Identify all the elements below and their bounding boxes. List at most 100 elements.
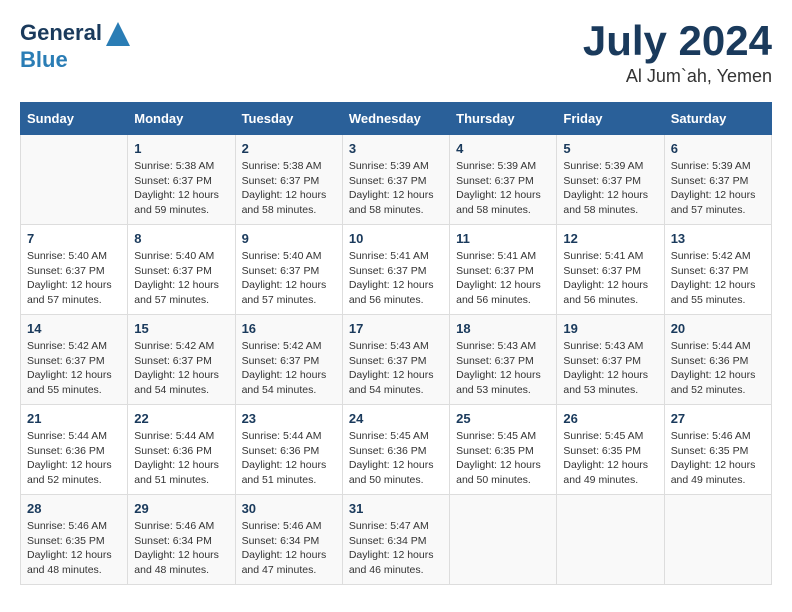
day-number: 5 bbox=[563, 141, 657, 156]
calendar-cell: 27 Sunrise: 5:46 AM Sunset: 6:35 PM Dayli… bbox=[664, 405, 771, 495]
day-number: 15 bbox=[134, 321, 228, 336]
calendar-table: SundayMondayTuesdayWednesdayThursdayFrid… bbox=[20, 102, 772, 585]
day-number: 14 bbox=[27, 321, 121, 336]
day-info: Sunrise: 5:45 AM Sunset: 6:36 PM Dayligh… bbox=[349, 429, 443, 488]
day-number: 31 bbox=[349, 501, 443, 516]
day-info: Sunrise: 5:45 AM Sunset: 6:35 PM Dayligh… bbox=[563, 429, 657, 488]
weekday-header-tuesday: Tuesday bbox=[235, 103, 342, 135]
logo: General Blue bbox=[20, 20, 132, 72]
calendar-cell: 21 Sunrise: 5:44 AM Sunset: 6:36 PM Dayli… bbox=[21, 405, 128, 495]
calendar-cell: 30Sunrise: 5:46 AM Sunset: 6:34 PM Dayli… bbox=[235, 495, 342, 585]
weekday-header-sunday: Sunday bbox=[21, 103, 128, 135]
calendar-cell bbox=[21, 135, 128, 225]
day-info: Sunrise: 5:46 AM Sunset: 6:35 PM Dayligh… bbox=[671, 429, 765, 488]
day-info: Sunrise: 5:39 AM Sunset: 6:37 PM Dayligh… bbox=[563, 159, 657, 218]
calendar-cell: 4Sunrise: 5:39 AM Sunset: 6:37 PM Daylig… bbox=[450, 135, 557, 225]
day-number: 18 bbox=[456, 321, 550, 336]
day-number: 20 bbox=[671, 321, 765, 336]
calendar-cell: 24 Sunrise: 5:45 AM Sunset: 6:36 PM Dayli… bbox=[342, 405, 449, 495]
day-info: Sunrise: 5:43 AM Sunset: 6:37 PM Dayligh… bbox=[563, 339, 657, 398]
day-number: 11 bbox=[456, 231, 550, 246]
calendar-cell: 17 Sunrise: 5:43 AM Sunset: 6:37 PM Dayli… bbox=[342, 315, 449, 405]
calendar-header-row: SundayMondayTuesdayWednesdayThursdayFrid… bbox=[21, 103, 772, 135]
day-info: Sunrise: 5:39 AM Sunset: 6:37 PM Dayligh… bbox=[349, 159, 443, 218]
day-number: 7 bbox=[27, 231, 121, 246]
day-info: Sunrise: 5:47 AM Sunset: 6:34 PM Dayligh… bbox=[349, 519, 443, 578]
calendar-cell: 20 Sunrise: 5:44 AM Sunset: 6:36 PM Dayli… bbox=[664, 315, 771, 405]
day-info: Sunrise: 5:38 AM Sunset: 6:37 PM Dayligh… bbox=[134, 159, 228, 218]
day-info: Sunrise: 5:44 AM Sunset: 6:36 PM Dayligh… bbox=[671, 339, 765, 398]
calendar-cell: 28 Sunrise: 5:46 AM Sunset: 6:35 PM Dayli… bbox=[21, 495, 128, 585]
calendar-cell bbox=[450, 495, 557, 585]
day-info: Sunrise: 5:46 AM Sunset: 6:35 PM Dayligh… bbox=[27, 519, 121, 578]
weekday-header-friday: Friday bbox=[557, 103, 664, 135]
calendar-cell: 5 Sunrise: 5:39 AM Sunset: 6:37 PM Daylig… bbox=[557, 135, 664, 225]
calendar-cell: 7 Sunrise: 5:40 AM Sunset: 6:37 PM Daylig… bbox=[21, 225, 128, 315]
day-number: 12 bbox=[563, 231, 657, 246]
day-number: 17 bbox=[349, 321, 443, 336]
page-header: General Blue July 2024 Al Jum`ah, Yemen bbox=[20, 20, 772, 87]
day-number: 1 bbox=[134, 141, 228, 156]
day-info: Sunrise: 5:44 AM Sunset: 6:36 PM Dayligh… bbox=[27, 429, 121, 488]
calendar-cell: 1 Sunrise: 5:38 AM Sunset: 6:37 PM Daylig… bbox=[128, 135, 235, 225]
day-info: Sunrise: 5:42 AM Sunset: 6:37 PM Dayligh… bbox=[27, 339, 121, 398]
calendar-cell: 9Sunrise: 5:40 AM Sunset: 6:37 PM Daylig… bbox=[235, 225, 342, 315]
calendar-week-row: 14 Sunrise: 5:42 AM Sunset: 6:37 PM Dayli… bbox=[21, 315, 772, 405]
day-info: Sunrise: 5:38 AM Sunset: 6:37 PM Dayligh… bbox=[242, 159, 336, 218]
calendar-cell bbox=[664, 495, 771, 585]
day-number: 13 bbox=[671, 231, 765, 246]
day-number: 3 bbox=[349, 141, 443, 156]
calendar-cell: 13Sunrise: 5:42 AM Sunset: 6:37 PM Dayli… bbox=[664, 225, 771, 315]
calendar-cell: 29Sunrise: 5:46 AM Sunset: 6:34 PM Dayli… bbox=[128, 495, 235, 585]
calendar-cell: 12 Sunrise: 5:41 AM Sunset: 6:37 PM Dayli… bbox=[557, 225, 664, 315]
calendar-cell: 19Sunrise: 5:43 AM Sunset: 6:37 PM Dayli… bbox=[557, 315, 664, 405]
day-number: 27 bbox=[671, 411, 765, 426]
calendar-cell: 6 Sunrise: 5:39 AM Sunset: 6:37 PM Daylig… bbox=[664, 135, 771, 225]
month-title: July 2024 bbox=[583, 20, 772, 62]
day-info: Sunrise: 5:41 AM Sunset: 6:37 PM Dayligh… bbox=[563, 249, 657, 308]
day-number: 30 bbox=[242, 501, 336, 516]
day-info: Sunrise: 5:40 AM Sunset: 6:37 PM Dayligh… bbox=[27, 249, 121, 308]
day-number: 2 bbox=[242, 141, 336, 156]
day-info: Sunrise: 5:41 AM Sunset: 6:37 PM Dayligh… bbox=[456, 249, 550, 308]
calendar-cell: 15Sunrise: 5:42 AM Sunset: 6:37 PM Dayli… bbox=[128, 315, 235, 405]
day-info: Sunrise: 5:46 AM Sunset: 6:34 PM Dayligh… bbox=[134, 519, 228, 578]
location-title: Al Jum`ah, Yemen bbox=[583, 66, 772, 87]
day-number: 28 bbox=[27, 501, 121, 516]
calendar-cell: 18 Sunrise: 5:43 AM Sunset: 6:37 PM Dayli… bbox=[450, 315, 557, 405]
calendar-cell: 16Sunrise: 5:42 AM Sunset: 6:37 PM Dayli… bbox=[235, 315, 342, 405]
day-number: 21 bbox=[27, 411, 121, 426]
day-number: 22 bbox=[134, 411, 228, 426]
calendar-cell: 3 Sunrise: 5:39 AM Sunset: 6:37 PM Daylig… bbox=[342, 135, 449, 225]
day-number: 10 bbox=[349, 231, 443, 246]
day-number: 24 bbox=[349, 411, 443, 426]
calendar-cell: 14 Sunrise: 5:42 AM Sunset: 6:37 PM Dayli… bbox=[21, 315, 128, 405]
day-info: Sunrise: 5:45 AM Sunset: 6:35 PM Dayligh… bbox=[456, 429, 550, 488]
calendar-cell: 22 Sunrise: 5:44 AM Sunset: 6:36 PM Dayli… bbox=[128, 405, 235, 495]
day-info: Sunrise: 5:39 AM Sunset: 6:37 PM Dayligh… bbox=[671, 159, 765, 218]
weekday-header-wednesday: Wednesday bbox=[342, 103, 449, 135]
day-info: Sunrise: 5:42 AM Sunset: 6:37 PM Dayligh… bbox=[242, 339, 336, 398]
calendar-cell: 10Sunrise: 5:41 AM Sunset: 6:37 PM Dayli… bbox=[342, 225, 449, 315]
weekday-header-thursday: Thursday bbox=[450, 103, 557, 135]
day-info: Sunrise: 5:43 AM Sunset: 6:37 PM Dayligh… bbox=[349, 339, 443, 398]
calendar-week-row: 28 Sunrise: 5:46 AM Sunset: 6:35 PM Dayli… bbox=[21, 495, 772, 585]
calendar-cell: 11 Sunrise: 5:41 AM Sunset: 6:37 PM Dayli… bbox=[450, 225, 557, 315]
calendar-cell: 2 Sunrise: 5:38 AM Sunset: 6:37 PM Daylig… bbox=[235, 135, 342, 225]
day-info: Sunrise: 5:43 AM Sunset: 6:37 PM Dayligh… bbox=[456, 339, 550, 398]
day-number: 26 bbox=[563, 411, 657, 426]
logo-icon bbox=[104, 20, 132, 48]
logo-general: General bbox=[20, 20, 102, 45]
day-info: Sunrise: 5:44 AM Sunset: 6:36 PM Dayligh… bbox=[134, 429, 228, 488]
day-info: Sunrise: 5:40 AM Sunset: 6:37 PM Dayligh… bbox=[242, 249, 336, 308]
day-number: 6 bbox=[671, 141, 765, 156]
calendar-week-row: 7 Sunrise: 5:40 AM Sunset: 6:37 PM Daylig… bbox=[21, 225, 772, 315]
calendar-week-row: 21 Sunrise: 5:44 AM Sunset: 6:36 PM Dayli… bbox=[21, 405, 772, 495]
weekday-header-saturday: Saturday bbox=[664, 103, 771, 135]
calendar-cell bbox=[557, 495, 664, 585]
title-section: July 2024 Al Jum`ah, Yemen bbox=[583, 20, 772, 87]
day-number: 25 bbox=[456, 411, 550, 426]
calendar-cell: 26 Sunrise: 5:45 AM Sunset: 6:35 PM Dayli… bbox=[557, 405, 664, 495]
calendar-cell: 31 Sunrise: 5:47 AM Sunset: 6:34 PM Dayli… bbox=[342, 495, 449, 585]
logo-blue: Blue bbox=[20, 48, 132, 72]
